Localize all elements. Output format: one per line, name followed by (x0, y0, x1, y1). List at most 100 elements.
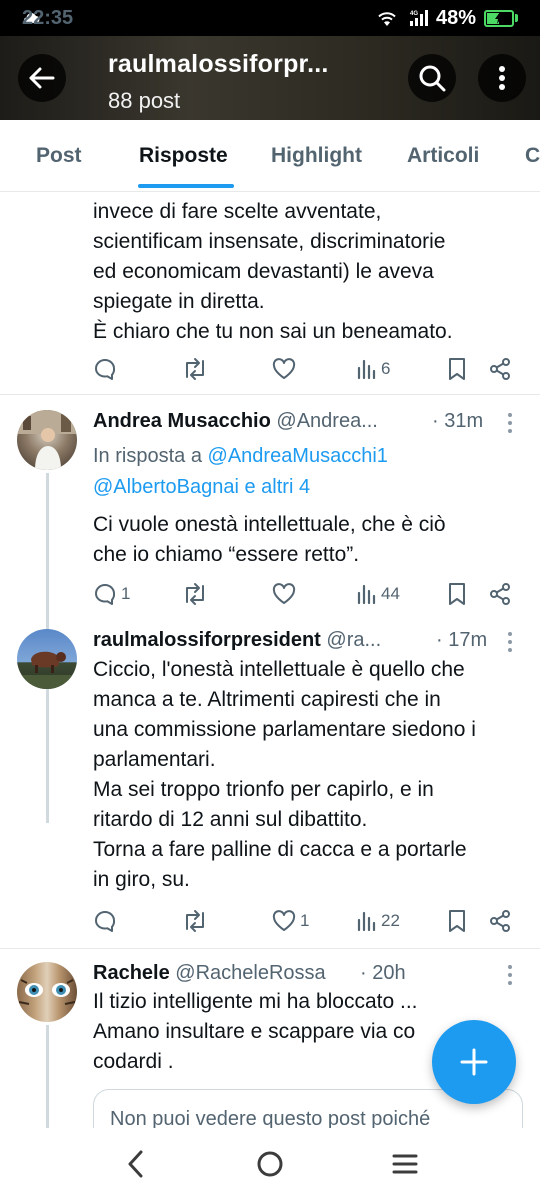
author-handle[interactable]: @RacheleRossa (175, 962, 325, 984)
bookmark-button[interactable] (447, 355, 467, 383)
post-text-line: Ma sei troppo trionfo per capirlo, e in (93, 778, 434, 801)
author-handle[interactable]: @Andrea... (276, 410, 377, 432)
author-name[interactable]: Rachele (93, 962, 170, 984)
views-icon (357, 911, 376, 931)
post-menu-button[interactable] (504, 413, 516, 433)
like-button[interactable]: 1 (272, 907, 309, 935)
author-name[interactable]: Andrea Musacchio (93, 410, 271, 432)
author-handle[interactable]: @ra... (326, 629, 381, 651)
repost-button[interactable] (182, 580, 212, 608)
search-button[interactable] (408, 54, 456, 102)
nav-back-icon (128, 1150, 143, 1178)
divider (0, 948, 540, 949)
share-icon (490, 358, 510, 380)
bookmark-button[interactable] (447, 580, 467, 608)
bookmark-icon (449, 358, 465, 380)
avatar-sheep-image (17, 651, 77, 689)
post-text-line: che io chiamo “essere retto”. (93, 543, 360, 566)
post-author: Andrea Musacchio @Andrea... (93, 410, 378, 433)
avatar[interactable] (17, 962, 77, 1022)
signal-icon: 4G (409, 10, 428, 26)
repost-button[interactable] (182, 907, 212, 935)
post-text-line: manca a te. Altrimenti capiresti che in (93, 688, 441, 711)
avatar[interactable] (17, 410, 77, 470)
repost-icon (186, 910, 204, 932)
post-time: · 31m (432, 410, 484, 432)
nav-menu-icon (392, 1154, 418, 1174)
more-options-button[interactable] (478, 54, 526, 102)
reply-prefix: In risposta a (93, 445, 202, 467)
compose-button[interactable] (432, 1020, 516, 1104)
nav-recents-button[interactable] (387, 1148, 423, 1180)
reply-mention-link[interactable]: @AndreaMusacchi1 (208, 445, 388, 467)
post-text-line: in giro, su. (93, 868, 190, 891)
post-actions: 1 44 (93, 580, 523, 608)
post-text: Ci vuole onestà intellettuale, che è ciò… (93, 510, 446, 570)
bookmark-icon (449, 910, 465, 932)
author-name[interactable]: raulmalossiforpresident (93, 629, 321, 651)
reply-button[interactable]: 1 (93, 580, 130, 608)
views-icon (357, 359, 376, 379)
post-text: Il tizio intelligente mi ha bloccato ...… (93, 987, 418, 1077)
tab-more[interactable]: C (525, 144, 540, 168)
post-menu-button[interactable] (504, 965, 516, 985)
like-icon (272, 583, 296, 604)
view-count: 22 (381, 911, 400, 930)
share-button[interactable] (488, 907, 512, 935)
post-text-line: Ci vuole onestà intellettuale, che è ciò (93, 513, 446, 536)
reply-button[interactable] (93, 907, 121, 935)
views-button[interactable]: 6 (357, 355, 390, 383)
like-count: 1 (300, 911, 310, 930)
reply-mention-link[interactable]: @AlbertoBagnai e altri 4 (93, 476, 310, 498)
like-button[interactable] (272, 355, 300, 383)
back-button[interactable] (18, 54, 66, 102)
post-time: · 20h (360, 962, 406, 984)
reply-button[interactable] (93, 355, 121, 383)
post-author: Rachele @RacheleRossa (93, 962, 326, 985)
share-button[interactable] (488, 580, 512, 608)
avatar-person-image (17, 410, 77, 470)
nav-back-button[interactable] (117, 1148, 153, 1180)
share-icon (490, 910, 510, 932)
wifi-icon (378, 12, 396, 26)
system-navigation-bar (0, 1128, 540, 1200)
post-text-line: scientificam insensate, discriminatorie (93, 230, 446, 253)
status-bar: 22:35 4G 48% (0, 0, 540, 36)
nav-home-button[interactable] (252, 1148, 288, 1180)
post-text-line: codardi . (93, 1050, 174, 1073)
compose-plus-icon (460, 1048, 488, 1076)
view-count: 44 (381, 584, 400, 603)
back-arrow-icon (29, 67, 55, 89)
reply-icon (95, 359, 116, 380)
post-text-line: Ciccio, l'onestà intellettuale è quello … (93, 658, 465, 681)
like-button[interactable] (272, 580, 300, 608)
bookmark-button[interactable] (447, 907, 467, 935)
views-button[interactable]: 44 (357, 580, 400, 608)
tab-highlight[interactable]: Highlight (271, 144, 362, 168)
search-icon (419, 65, 446, 92)
avatar-eyes-image (18, 979, 76, 1005)
views-button[interactable]: 22 (357, 907, 400, 935)
avatar[interactable] (17, 629, 77, 689)
reply-context: In risposta a @AndreaMusacchi1 (93, 441, 388, 472)
post-author: raulmalossiforpresident @ra... (93, 629, 381, 652)
views-icon (357, 584, 376, 604)
battery-percent: 48% (435, 6, 476, 29)
bookmark-icon (449, 583, 465, 605)
share-button[interactable] (488, 355, 512, 383)
more-vertical-icon (499, 66, 505, 90)
view-count: 6 (381, 359, 391, 378)
post-text-line: una commissione parlamentare siedono i (93, 718, 476, 741)
repost-icon (186, 358, 204, 380)
post-actions: 1 22 (93, 907, 523, 935)
post-text-line: Torna a fare palline di cacca e a portar… (93, 838, 467, 861)
post-menu-button[interactable] (504, 632, 516, 652)
thread-line (46, 1025, 49, 1128)
tab-articoli[interactable]: Articoli (407, 144, 479, 168)
repost-button[interactable] (182, 355, 212, 383)
quote-text: Non puoi vedere questo post poiché (110, 1108, 431, 1128)
tab-post[interactable]: Post (36, 144, 82, 168)
post-text-line: È chiaro che tu non sai un beneamato. (93, 320, 453, 343)
post-text-line: Amano insultare e scappare via co (93, 1020, 416, 1043)
tab-risposte[interactable]: Risposte (139, 144, 228, 168)
